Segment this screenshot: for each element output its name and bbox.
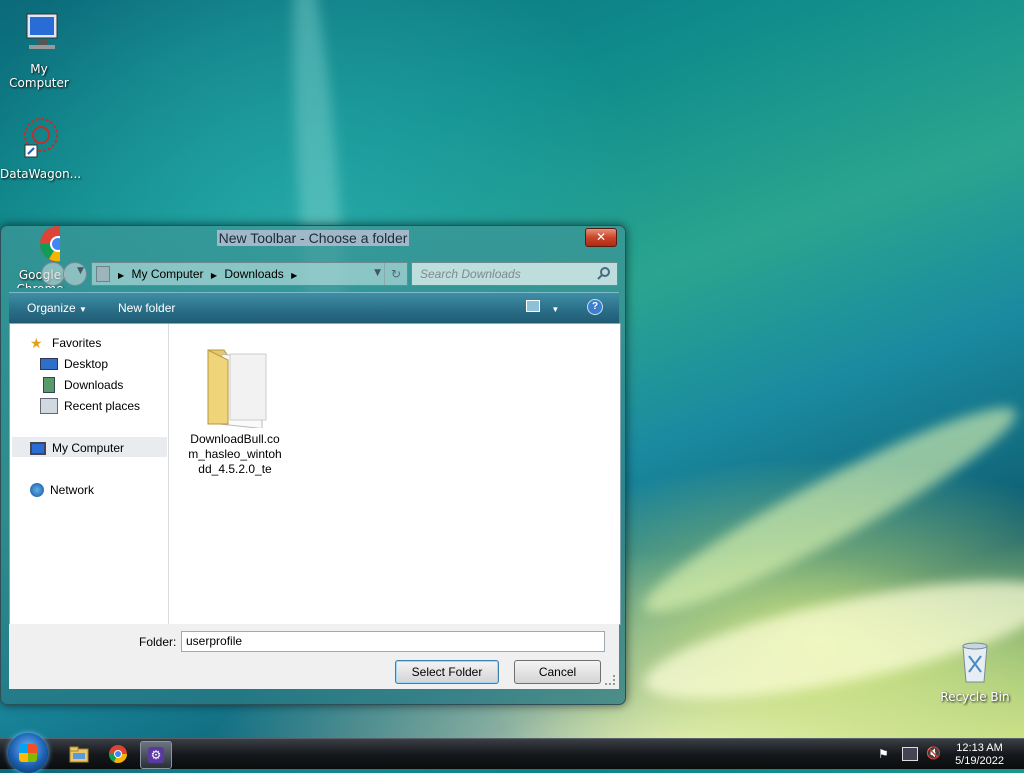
folder-icon <box>200 332 270 430</box>
command-bar: Organize ▼ New folder ▼ ? <box>9 292 619 323</box>
search-placeholder: Search Downloads <box>420 267 521 281</box>
clock-date: 5/19/2022 <box>955 755 1004 767</box>
resize-grip-icon[interactable] <box>605 675 615 685</box>
active-task-button[interactable]: ⚙ <box>140 741 172 769</box>
breadcrumb-separator-icon: ▶ <box>210 271 218 280</box>
breadcrumb: ▶ My Computer ▶ Downloads ▶ <box>118 267 301 281</box>
organize-button[interactable]: Organize ▼ <box>27 301 87 315</box>
nav-label: Network <box>50 483 95 497</box>
nav-item-recent-places[interactable]: Recent places <box>40 397 140 415</box>
desktop-icon-datawagon[interactable]: DataWagon... <box>0 115 82 181</box>
nav-item-desktop[interactable]: Desktop <box>40 355 108 373</box>
chevron-down-icon: ▼ <box>551 305 560 314</box>
nav-item-downloads[interactable]: Downloads <box>40 376 123 394</box>
nav-label: Downloads <box>64 378 124 392</box>
datawagon-icon <box>15 115 63 163</box>
desktop-icon <box>40 358 58 370</box>
folder-input[interactable]: userprofile <box>181 631 605 652</box>
content-area: ★ Favorites Desktop Downloads Recent pla… <box>9 323 621 625</box>
breadcrumb-separator-icon: ▶ <box>291 271 298 280</box>
recycle-bin-icon <box>951 638 999 686</box>
new-folder-button[interactable]: New folder <box>118 301 175 315</box>
nav-label: Favorites <box>52 336 102 350</box>
select-folder-button[interactable]: Select Folder <box>395 660 499 684</box>
computer-icon <box>15 10 63 58</box>
desktop-icon-label: My Computer <box>9 62 69 90</box>
dialog-title: New Toolbar - Choose a folder <box>216 230 410 246</box>
network-icon <box>30 483 44 497</box>
folder-item-name: DownloadBull.com_hasleo_wintohdd_4.5.2.0… <box>188 432 282 476</box>
folder-label: Folder: <box>139 635 177 649</box>
breadcrumb-separator-icon: ▶ <box>118 271 125 280</box>
help-icon[interactable]: ? <box>587 299 603 315</box>
recent-places-icon <box>40 398 58 414</box>
search-input[interactable]: Search Downloads <box>411 262 618 286</box>
desktop-icon-recycle-bin[interactable]: Recycle Bin <box>936 638 1014 704</box>
volume-muted-icon[interactable]: 🔇 <box>926 746 941 760</box>
desktop-icon-my-computer[interactable]: My Computer <box>0 10 78 90</box>
navigation-pane: ★ Favorites Desktop Downloads Recent pla… <box>10 324 169 624</box>
nav-label: Recent places <box>64 399 141 413</box>
chevron-down-icon: ▼ <box>79 305 87 314</box>
nav-item-my-computer[interactable]: My Computer <box>30 439 124 457</box>
system-clock[interactable]: 12:13 AM 5/19/2022 <box>955 742 1004 768</box>
clock-time: 12:13 AM <box>956 742 1003 754</box>
folder-small-icon <box>96 266 110 282</box>
choose-folder-dialog: Google Chrome New Toolbar - Choose a fol… <box>0 225 626 705</box>
start-button[interactable] <box>8 733 48 773</box>
computer-icon <box>30 441 46 455</box>
history-dropdown-icon[interactable]: ▼ <box>77 266 84 276</box>
nav-item-network[interactable]: Network <box>30 481 94 499</box>
address-bar[interactable]: ▶ My Computer ▶ Downloads ▶ ▼ ↻ <box>91 262 408 286</box>
windows-logo-icon <box>19 744 37 762</box>
chrome-quicklaunch-icon[interactable] <box>107 743 129 765</box>
close-button[interactable]: ✕ <box>585 228 617 247</box>
taskbar: ⚙ ⚑ 🔇 12:13 AM 5/19/2022 <box>0 733 1024 773</box>
refresh-icon[interactable]: ↻ <box>384 263 407 285</box>
views-button[interactable]: ▼ <box>526 300 559 315</box>
star-icon: ★ <box>30 335 43 351</box>
downloads-icon <box>43 377 55 393</box>
address-dropdown-icon[interactable]: ▼ <box>374 268 381 278</box>
breadcrumb-my-computer[interactable]: My Computer <box>132 267 204 281</box>
nav-label: My Computer <box>52 441 125 455</box>
nav-item-favorites[interactable]: ★ Favorites <box>30 334 101 352</box>
folder-item[interactable]: DownloadBull.com_hasleo_wintohdd_4.5.2.0… <box>188 332 282 477</box>
close-icon: ✕ <box>595 230 607 244</box>
desktop-icon-label: Recycle Bin <box>940 690 1010 704</box>
dialog-footer: Folder: userprofile Select Folder Cancel <box>9 624 619 689</box>
nav-label: Desktop <box>64 357 109 371</box>
cancel-button[interactable]: Cancel <box>514 660 601 684</box>
explorer-quicklaunch-icon[interactable] <box>68 743 90 765</box>
breadcrumb-downloads[interactable]: Downloads <box>224 267 283 281</box>
action-center-flag-icon[interactable]: ⚑ <box>878 747 889 761</box>
back-button[interactable] <box>41 262 65 286</box>
search-icon[interactable] <box>597 266 611 283</box>
views-icon <box>526 300 540 312</box>
settings-app-icon: ⚙ <box>148 747 164 763</box>
desktop-icon-label: DataWagon... <box>0 167 82 181</box>
network-tray-icon[interactable] <box>902 747 918 761</box>
